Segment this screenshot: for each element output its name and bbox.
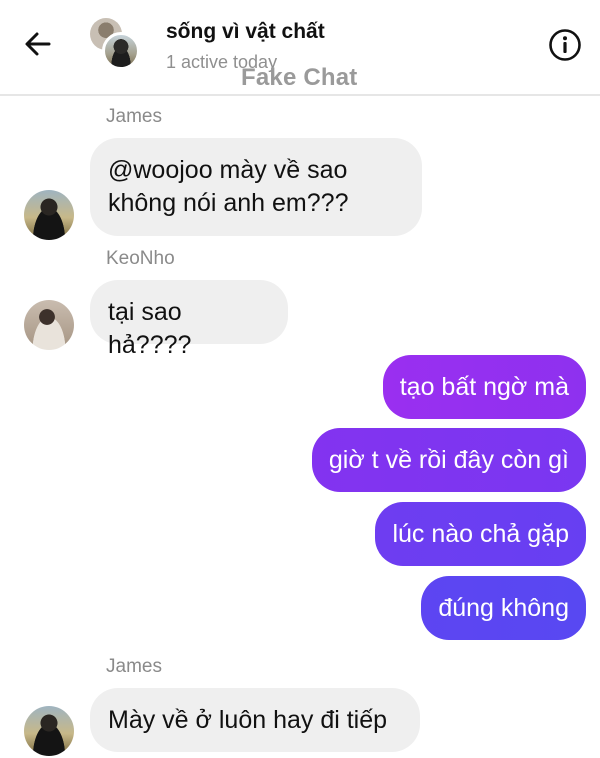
message-bubble-outgoing[interactable]: giờ t về rồi đây còn gì xyxy=(311,428,586,492)
message-bubble-incoming[interactable]: Mày về ở luôn hay đi tiếp xyxy=(90,688,420,752)
chat-title[interactable]: sống vì vật chất xyxy=(166,20,325,44)
message-text-line: tại sao hả???? xyxy=(108,298,192,359)
back-arrow-icon[interactable] xyxy=(22,28,54,60)
avatar-keonho[interactable] xyxy=(24,300,74,350)
sender-name: James xyxy=(106,106,162,127)
message-text-line: Mày về ở luôn hay đi tiếp xyxy=(108,706,388,734)
group-avatar-member-2 xyxy=(102,32,140,70)
group-avatar[interactable] xyxy=(90,18,140,70)
info-icon[interactable] xyxy=(548,28,582,62)
sender-name: James xyxy=(106,656,162,677)
message-text-line: giờ t về rồi đây còn gì xyxy=(328,446,569,474)
message-text-line: đúng không xyxy=(438,594,569,622)
message-bubble-incoming[interactable]: tại sao hả???? xyxy=(90,280,288,359)
chat-header: sống vì vật chất 1 active today Fake Cha… xyxy=(0,0,600,96)
message-bubble-outgoing[interactable]: đúng không xyxy=(421,576,586,640)
message-text-line: không nói anh em??? xyxy=(108,189,349,217)
message-bubble-incoming[interactable]: @woojoo mày về sao không nói anh em??? xyxy=(90,138,422,236)
message-text-line: @woojoo mày về sao xyxy=(108,156,348,184)
message-bubble-outgoing[interactable]: lúc nào chả gặp xyxy=(375,502,586,566)
avatar-james[interactable] xyxy=(24,706,74,756)
message-text-line: lúc nào chả gặp xyxy=(392,520,569,548)
avatar-james[interactable] xyxy=(24,190,74,240)
fake-chat-watermark: Fake Chat xyxy=(241,64,358,91)
message-text-line: tạo bất ngờ mà xyxy=(399,373,569,401)
sender-name: KeoNho xyxy=(106,248,175,269)
message-bubble-outgoing[interactable]: tạo bất ngờ mà xyxy=(382,355,586,419)
